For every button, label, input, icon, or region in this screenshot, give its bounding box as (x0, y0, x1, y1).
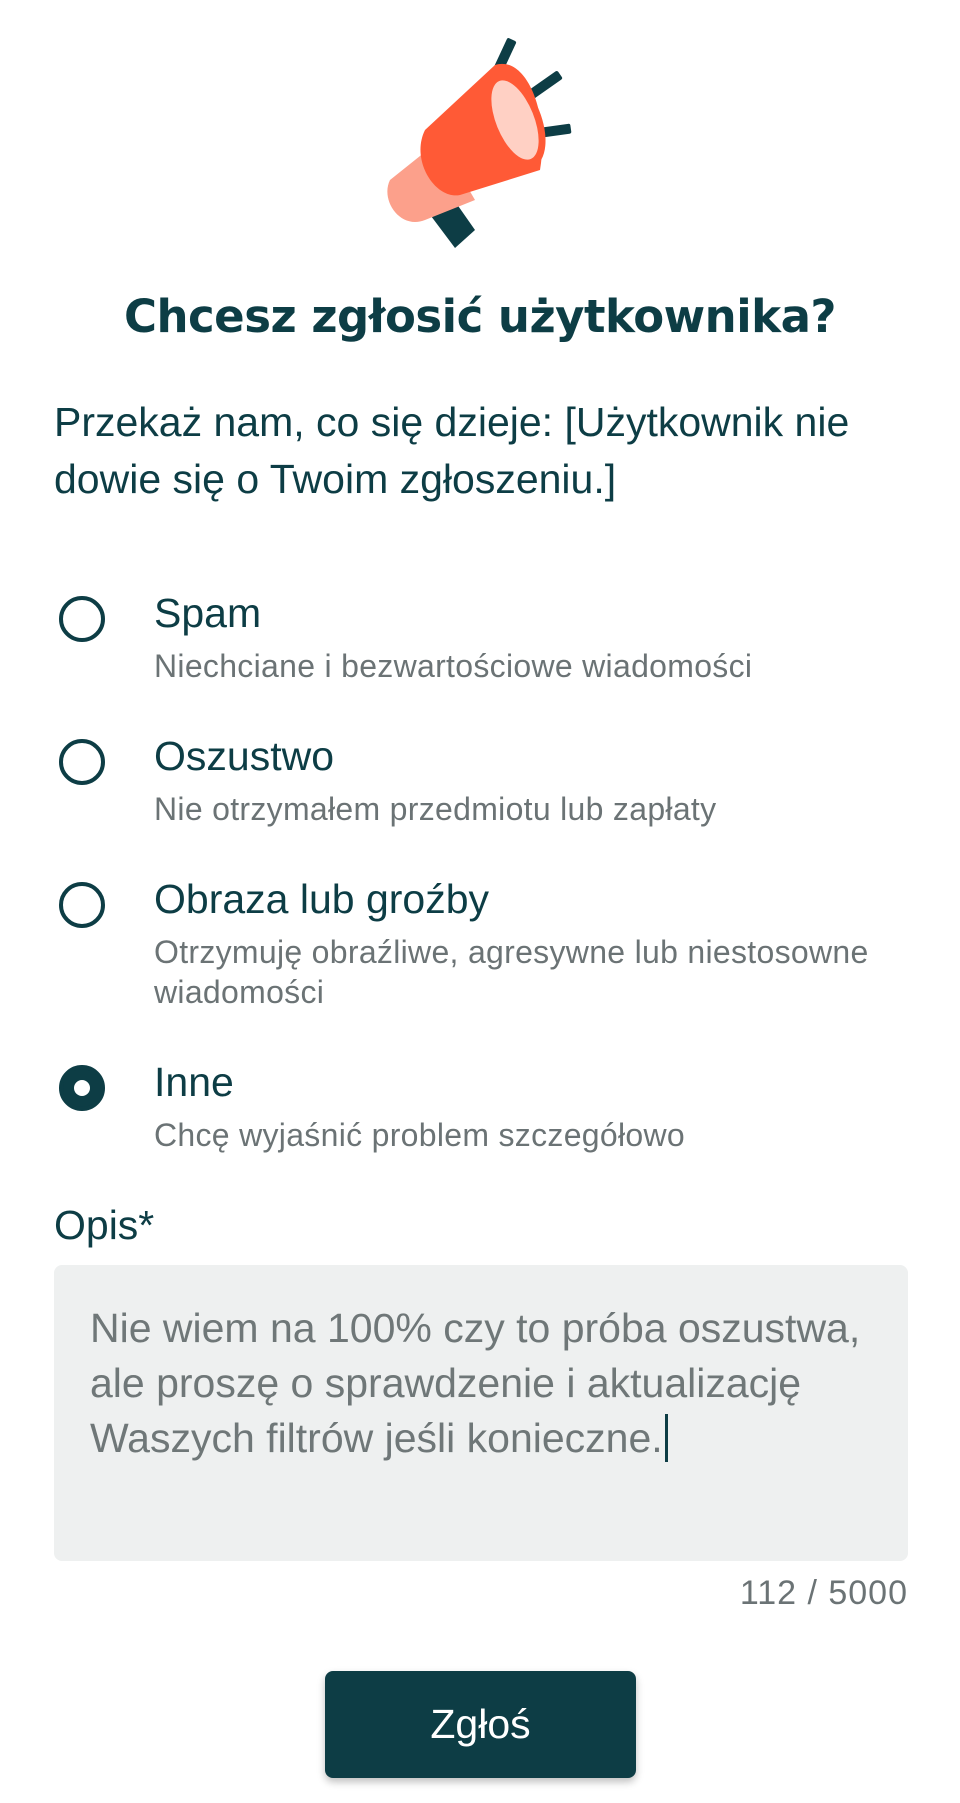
character-counter: 112 / 5000 (739, 1574, 908, 1612)
description-textarea[interactable]: Nie wiem na 100% czy to próba oszustwa, … (54, 1265, 908, 1561)
reason-option-spam[interactable]: Spam Niechciane i bezwartościowe wiadomo… (54, 590, 914, 726)
description-value: Nie wiem na 100% czy to próba oszustwa, … (90, 1305, 872, 1461)
reason-label: Obraza lub groźby (154, 876, 490, 922)
radio-scam[interactable] (59, 739, 105, 785)
reason-option-abuse[interactable]: Obraza lub groźby Otrzymuję obraźliwe, a… (54, 876, 914, 1012)
reason-description: Otrzymuję obraźliwe, agresywne lub niest… (154, 934, 869, 1010)
radio-other[interactable] (59, 1065, 105, 1111)
megaphone-icon (387, 38, 572, 248)
reason-label: Inne (154, 1059, 234, 1105)
reason-option-scam[interactable]: Oszustwo Nie otrzymałem przedmiotu lub z… (54, 733, 914, 869)
description-label: Opis* (54, 1202, 155, 1248)
submit-report-button[interactable]: Zgłoś (325, 1671, 636, 1778)
description-text[interactable]: Nie wiem na 100% czy to próba oszustwa, … (90, 1301, 880, 1466)
radio-selected-dot (74, 1080, 90, 1096)
reason-label: Spam (154, 590, 262, 636)
dialog-title: Chcesz zgłosić użytkownika? (123, 290, 837, 343)
reason-description: Nie otrzymałem przedmiotu lub zapłaty (154, 791, 717, 827)
dialog-intro: Przekaż nam, co się dzieje: [Użytkownik … (54, 399, 850, 502)
text-caret (664, 1414, 668, 1462)
reason-description: Chcę wyjaśnić problem szczegółowo (154, 1117, 686, 1153)
radio-abuse[interactable] (59, 882, 105, 928)
reason-description: Niechciane i bezwartościowe wiadomości (154, 648, 753, 684)
radio-spam[interactable] (59, 596, 105, 642)
reason-option-other[interactable]: Inne Chcę wyjaśnić problem szczegółowo (54, 1059, 914, 1195)
reason-label: Oszustwo (154, 733, 334, 779)
